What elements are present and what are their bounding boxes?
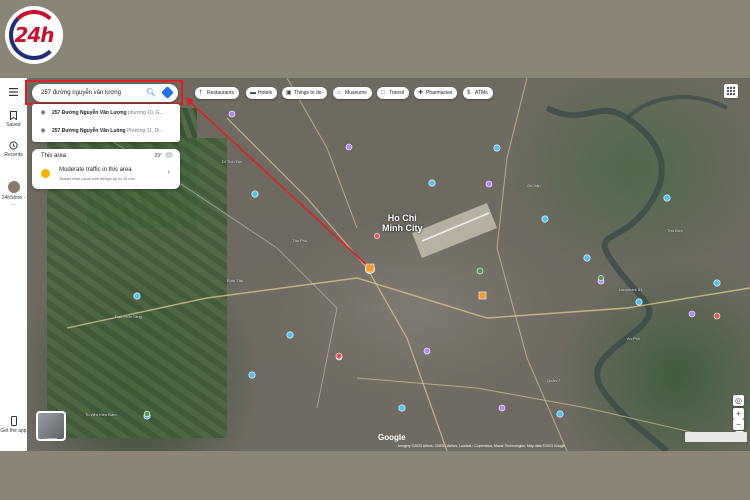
logo-text: 24h [14, 23, 54, 47]
place-label: Gò Vấp [527, 183, 541, 188]
chip-restaurants[interactable]: † Restaurants [195, 87, 239, 99]
cloud-icon [165, 152, 173, 158]
google-logo: Google [378, 433, 406, 442]
layers-button[interactable]: Layers [36, 411, 66, 441]
map-attribution: Imagery ©2023 Airbus, CNES / Airbus, Lan… [398, 444, 566, 448]
directions-icon[interactable] [161, 86, 174, 99]
recents-button[interactable]: Recents [0, 141, 27, 158]
hamburger-menu-icon [9, 88, 18, 96]
chip-museums[interactable]: ⌂ Museums [333, 87, 372, 99]
place-label: Thủ Đức [667, 228, 683, 233]
search-input-value: 257 đường nguyễn văn lượng [41, 90, 121, 96]
chip-atms[interactable]: $ ATMs [463, 87, 493, 99]
fork-knife-icon: † [199, 90, 203, 96]
account-label: 24hStore - ... [1, 195, 26, 207]
search-icon[interactable]: 🔍︎ [146, 84, 156, 102]
place-label: Tân Phú [292, 238, 308, 243]
saved-label: Saved [6, 122, 21, 128]
search-suggestions: ◉ 257 Đường Nguyễn Văn Lượng phường 10, G… [32, 104, 180, 142]
place-label: Tu viện Kiều Đàm [85, 412, 117, 417]
avatar [7, 181, 20, 193]
search-input[interactable]: 257 đường nguyễn văn lượng 🔍︎ [32, 84, 178, 102]
camera-icon: ▣ [286, 90, 292, 96]
place-label: Đạo Phật Tăng [115, 314, 142, 319]
chevron-right-icon: › [167, 169, 170, 176]
atm-icon: $ [467, 90, 471, 96]
location-target-icon: ◎ [735, 396, 742, 405]
recents-label: Recents [4, 152, 23, 158]
place-label: Quận 7 [547, 378, 561, 383]
suggestion-item[interactable]: ◉ 257 Đường Nguyễn Văn Lượng phường 10, G… [32, 104, 180, 122]
temperature: 29° [154, 153, 162, 159]
traffic-status: Moderate traffic in this area [59, 167, 132, 173]
history-icon [9, 141, 18, 150]
account-item[interactable]: 24hStore - ... [0, 181, 27, 207]
train-icon: □ [381, 90, 385, 96]
apps-grid-button[interactable] [724, 84, 738, 98]
saved-button[interactable]: Saved [0, 111, 27, 128]
place-label: An Phú [627, 336, 641, 341]
scale-bar [685, 432, 747, 442]
my-location-button[interactable]: ◎ [733, 395, 744, 406]
place-label: Bình Tân [227, 278, 244, 283]
location-pin-icon: ◉ [40, 128, 46, 134]
area-title: This area [41, 153, 67, 159]
chip-hotels[interactable]: ▬ Hotels [246, 87, 278, 99]
chip-transit[interactable]: □ Transit [377, 87, 410, 99]
bookmark-icon [10, 111, 17, 120]
pill-icon: ✚ [418, 90, 424, 96]
brand-logo: 24h [5, 6, 63, 64]
place-label: Di Tích Địa [222, 159, 242, 164]
left-rail: Saved Recents 24hStore - ... Get the app [0, 78, 28, 451]
chip-things-to-do[interactable]: ▣ Things to do [282, 87, 327, 99]
bed-icon: ▬ [250, 90, 256, 96]
get-app-label: Get the app [0, 428, 27, 434]
zoom-in-button[interactable]: + [733, 408, 744, 419]
chip-pharmacies[interactable]: ✚ Pharmacies [414, 87, 458, 99]
get-app-button[interactable]: Get the app [0, 416, 27, 434]
traffic-icon [41, 169, 50, 178]
location-pin-icon: ◉ [40, 110, 46, 116]
traffic-detail: Slower than usual with delays up to 15 m… [59, 176, 135, 181]
museum-icon: ⌂ [337, 90, 341, 96]
phone-icon [10, 416, 17, 426]
place-label: Landmark 81 [619, 287, 643, 292]
menu-button[interactable] [0, 88, 27, 98]
this-area-card[interactable]: This area 29° Moderate traffic in this a… [32, 149, 180, 189]
city-label: Ho Chi Minh City [382, 213, 423, 233]
suggestion-item[interactable]: ◉ 257 Đường Nguyễn Văn Luông Phường 11, D… [32, 122, 180, 140]
zoom-out-button[interactable]: − [733, 419, 744, 430]
